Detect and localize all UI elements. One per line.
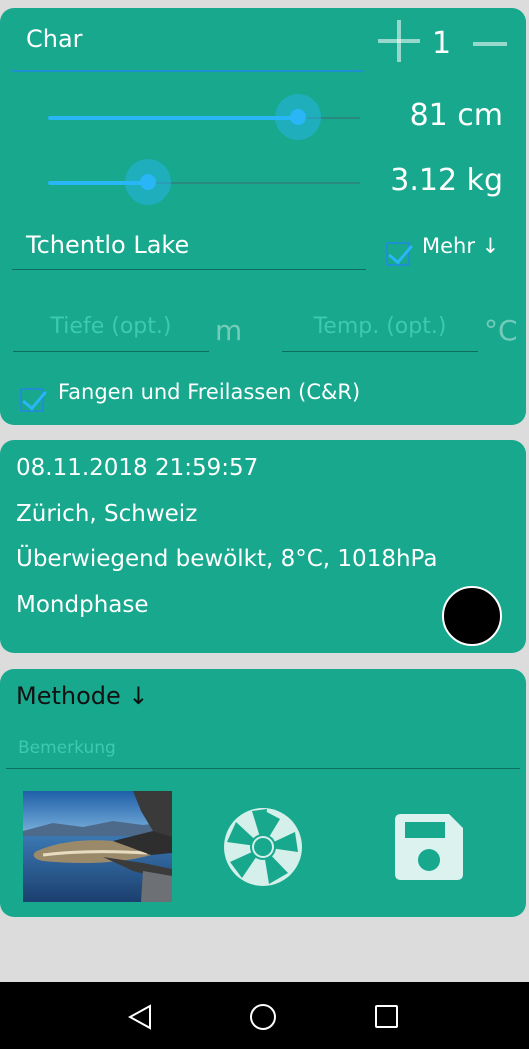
species-input[interactable]: Char bbox=[12, 20, 364, 72]
weight-value: 3.12 kg bbox=[390, 163, 503, 198]
more-checkbox[interactable] bbox=[386, 242, 410, 266]
remark-input[interactable]: Bemerkung bbox=[6, 733, 520, 769]
minus-icon[interactable] bbox=[473, 42, 507, 46]
system-nav-bar bbox=[0, 982, 529, 1049]
length-slider-thumb[interactable] bbox=[289, 109, 306, 125]
back-icon[interactable] bbox=[128, 1004, 152, 1030]
location-text[interactable]: Zürich, Schweiz bbox=[16, 501, 197, 527]
method-dropdown[interactable]: Methode ↓ bbox=[16, 682, 149, 710]
count-value: 1 bbox=[432, 26, 452, 61]
floppy-disk-icon[interactable] bbox=[395, 814, 463, 880]
recent-apps-icon[interactable] bbox=[375, 1005, 398, 1028]
depth-unit: m bbox=[215, 314, 243, 347]
weather-text: Überwiegend bewölkt, 8°C, 1018hPa bbox=[16, 546, 438, 572]
length-value: 81 cm bbox=[409, 98, 503, 133]
datetime-text[interactable]: 08.11.2018 21:59:57 bbox=[16, 455, 258, 481]
plus-icon[interactable] bbox=[378, 20, 420, 62]
temp-unit: °C bbox=[484, 314, 518, 347]
weight-slider-thumb[interactable] bbox=[139, 174, 156, 190]
catch-release-label[interactable]: Fangen und Freilassen (C&R) bbox=[58, 380, 360, 404]
catch-photo-thumbnail[interactable] bbox=[23, 791, 172, 902]
depth-input[interactable]: Tiefe (opt.) bbox=[13, 308, 209, 352]
catch-release-checkbox[interactable] bbox=[20, 388, 44, 412]
water-input[interactable]: Tchentlo Lake bbox=[12, 226, 366, 270]
more-label[interactable]: Mehr ↓ bbox=[422, 234, 499, 258]
new-moon-icon bbox=[442, 586, 502, 646]
camera-shutter-icon[interactable] bbox=[222, 806, 304, 888]
catch-photo-image bbox=[23, 791, 172, 902]
length-slider-fill bbox=[48, 116, 298, 120]
home-icon[interactable] bbox=[250, 1004, 276, 1030]
temp-input[interactable]: Temp. (opt.) bbox=[282, 308, 478, 352]
moon-phase-label: Mondphase bbox=[16, 592, 149, 618]
